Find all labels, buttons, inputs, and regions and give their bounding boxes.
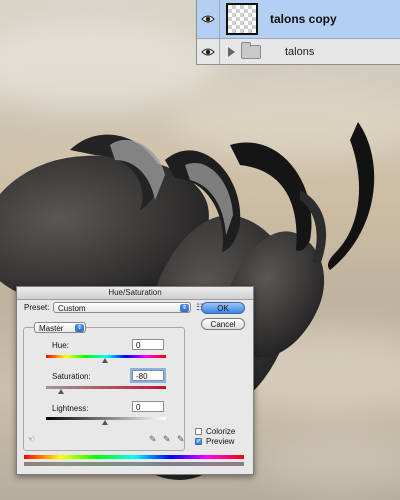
eyedropper-minus-icon[interactable]: ✎ <box>177 434 185 445</box>
eye-icon[interactable] <box>197 0 220 38</box>
select-arrows-icon: ⇕ <box>180 304 189 312</box>
saturation-label: Saturation: <box>52 372 91 381</box>
layers-panel: talons copy talons <box>196 0 400 65</box>
folder-icon <box>241 41 261 59</box>
lightness-label: Lightness: <box>52 404 89 413</box>
hue-label: Hue: <box>52 341 69 350</box>
hue-slider-thumb[interactable] <box>102 358 108 363</box>
ok-button[interactable]: OK <box>201 302 245 314</box>
layer-row-talons-copy[interactable]: talons copy <box>197 0 400 39</box>
hue-saturation-dialog: Hue/Saturation Preset: Custom ⇕ ☷ OK Can… <box>16 286 254 475</box>
preset-select[interactable]: Custom ⇕ <box>53 302 191 313</box>
layer-thumbnail <box>226 3 258 35</box>
layer-name: talons copy <box>270 12 337 26</box>
input-spectrum-bar <box>24 455 244 459</box>
colorize-label: Colorize <box>206 427 236 436</box>
hand-finger-icon[interactable]: ☜ <box>27 434 35 445</box>
eyedropper-plus-icon[interactable]: ✎ <box>163 434 171 445</box>
preset-label: Preset: <box>24 303 50 312</box>
output-spectrum-bar <box>24 462 244 466</box>
eye-icon[interactable] <box>197 39 220 64</box>
layer-row-talons[interactable]: talons <box>197 39 400 64</box>
channel-value: Master <box>39 324 64 333</box>
hue-field[interactable]: 0 <box>132 339 164 350</box>
preview-checkbox[interactable]: ✓ <box>195 438 202 445</box>
channel-select[interactable]: Master ⇕ <box>34 322 86 333</box>
saturation-slider[interactable] <box>46 386 166 389</box>
lightness-field[interactable]: 0 <box>132 401 164 412</box>
eyedropper-icon[interactable]: ✎ <box>149 434 157 445</box>
preset-value: Custom <box>58 304 86 313</box>
cancel-button[interactable]: Cancel <box>201 318 245 330</box>
dialog-title: Hue/Saturation <box>17 287 253 300</box>
triangle-right-icon[interactable] <box>228 46 235 57</box>
preview-label: Preview <box>206 437 235 446</box>
saturation-field[interactable]: -80 <box>132 370 164 381</box>
lightness-slider-thumb[interactable] <box>102 420 108 425</box>
layer-name: talons <box>285 45 315 58</box>
select-arrows-icon: ⇕ <box>75 324 84 332</box>
saturation-slider-thumb[interactable] <box>58 389 64 394</box>
colorize-checkbox[interactable] <box>195 428 202 435</box>
adjustment-group: Master ⇕ Hue: 0 Saturation: -80 Lightnes… <box>23 322 185 451</box>
